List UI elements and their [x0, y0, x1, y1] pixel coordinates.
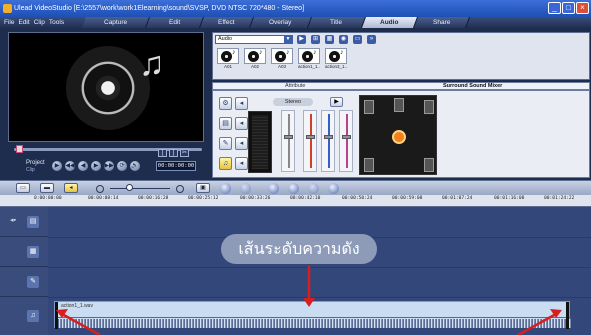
arrow-down-head: [303, 298, 315, 307]
videostudio-window: Ulead VideoStudio [E:\2557\work\work1Ele…: [0, 0, 591, 335]
annotation-arrows: [56, 266, 562, 335]
arrow-left: [61, 312, 101, 335]
arrow-right: [517, 312, 557, 335]
